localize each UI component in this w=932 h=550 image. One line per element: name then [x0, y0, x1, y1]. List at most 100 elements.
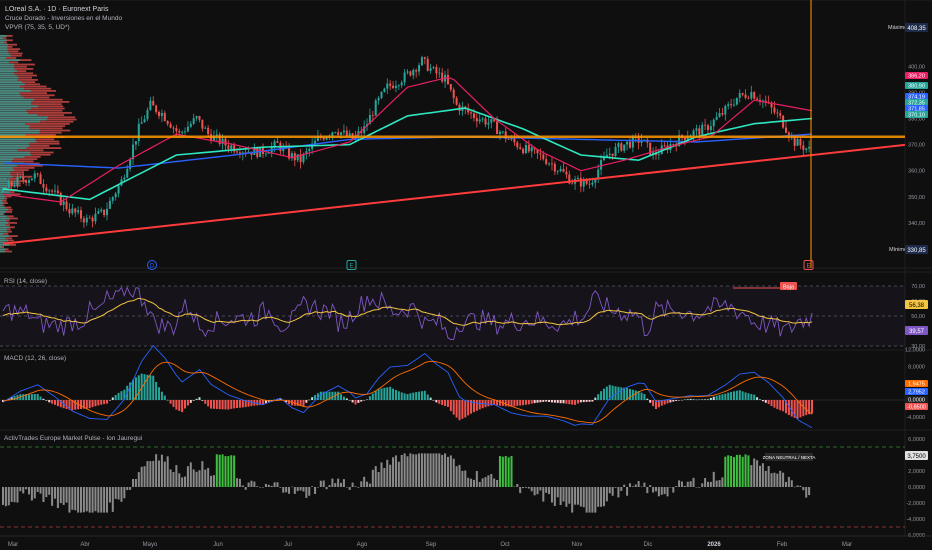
macd-histogram-bar	[542, 400, 545, 402]
candle	[542, 154, 545, 160]
macd-histogram-bar	[600, 391, 603, 400]
macd-histogram-bar	[374, 391, 377, 400]
candle	[103, 209, 106, 216]
price-tick: 370,00	[908, 143, 925, 149]
candle	[111, 197, 114, 201]
volume-bar	[0, 248, 6, 251]
candle	[65, 201, 68, 210]
pulse-bar	[259, 487, 262, 488]
volume-bar	[0, 224, 6, 226]
candle	[649, 142, 652, 156]
candle	[683, 137, 686, 141]
volume-bar	[0, 74, 17, 77]
macd-histogram-bar	[155, 381, 158, 400]
pulse-bar	[802, 487, 805, 491]
macd-histogram-bar	[227, 400, 230, 410]
candle	[85, 217, 88, 223]
macd-histogram-bar	[524, 400, 527, 405]
volume-bar	[0, 83, 25, 86]
candle	[273, 141, 276, 147]
rsi-current-value: 39,57	[909, 329, 925, 335]
macd-histogram-bar	[796, 400, 799, 419]
candle	[25, 180, 28, 183]
candle	[97, 211, 100, 214]
pulse-bar	[1, 487, 5, 505]
macd-histogram-bar	[709, 397, 712, 400]
pulse-bar	[432, 453, 435, 487]
volume-bar	[0, 164, 17, 167]
pulse-bar	[54, 487, 57, 499]
pulse-bar	[392, 457, 395, 487]
pulse-bar	[504, 456, 507, 487]
macd-histogram-bar	[744, 392, 747, 400]
candle	[701, 124, 704, 135]
candle	[724, 105, 727, 115]
pulse-bar	[761, 463, 764, 487]
candle	[496, 121, 499, 134]
pulse-bar	[51, 487, 54, 506]
macd-histogram-bar	[582, 400, 585, 403]
price-tick: 360,00	[908, 169, 925, 175]
macd-badge-value: 1,9475	[908, 382, 925, 388]
macd-histogram-bar	[513, 400, 516, 407]
candle	[808, 146, 811, 149]
pulse-bar	[348, 487, 351, 490]
macd-histogram-bar	[695, 399, 698, 401]
candle	[160, 112, 163, 116]
pulse-bar	[478, 482, 481, 487]
volume-bar	[0, 228, 7, 231]
macd-histogram-bar	[172, 400, 175, 407]
macd-histogram-bar	[761, 400, 764, 402]
volume-bar	[0, 127, 30, 130]
pulse-bar	[233, 455, 236, 487]
macd-histogram-bar	[360, 400, 363, 402]
candle	[553, 164, 556, 172]
volume-bar	[0, 175, 13, 178]
volume-bar	[0, 61, 9, 64]
macd-histogram-bar	[160, 391, 163, 400]
price-badges: 386,20380,90374,19372,35371,85370,10	[905, 72, 928, 119]
candle	[77, 210, 80, 213]
pulse-bar	[305, 487, 308, 498]
macd-histogram-bar	[747, 393, 750, 400]
candle	[158, 112, 161, 116]
macd-histogram-bar	[386, 387, 389, 400]
volume-bar	[0, 197, 5, 200]
chart-canvas[interactable]: LOreal S.A. · 1D · Euronext Paris Cruce …	[0, 0, 932, 550]
pulse-bar	[230, 455, 233, 487]
macd-histogram-bar	[85, 400, 88, 409]
volume-bar	[0, 81, 22, 83]
volume-bar	[0, 235, 10, 237]
candle	[383, 88, 386, 92]
macd-histogram-bar	[790, 400, 793, 417]
trend-line[interactable]	[2, 143, 906, 245]
candle	[773, 107, 776, 113]
pulse-bar	[244, 487, 247, 490]
volume-bar	[0, 204, 3, 207]
volume-bar	[0, 173, 11, 176]
event-marker-1[interactable]: D	[147, 260, 157, 270]
pulse-bar	[522, 487, 525, 489]
macd-histogram-bar	[666, 400, 669, 404]
macd-histogram-bar	[432, 400, 435, 401]
macd-histogram-bar	[212, 400, 215, 409]
volume-bar	[0, 90, 31, 92]
rsi-tick: 70,00	[911, 284, 925, 290]
pulse-bar	[637, 481, 640, 487]
macd-histogram-bar	[111, 397, 114, 400]
volume-bar	[0, 246, 2, 248]
macd-histogram-bar	[383, 387, 386, 400]
pulse-bar	[724, 456, 727, 487]
pulse-bar	[27, 487, 31, 495]
volume-bar	[0, 211, 6, 213]
pulse-bar	[472, 479, 475, 487]
candle	[452, 89, 455, 99]
macd-histogram-bar	[308, 399, 311, 401]
pulse-bar	[143, 466, 146, 487]
candle	[39, 174, 42, 184]
volume-bar	[0, 101, 32, 103]
macd-histogram-bar	[730, 391, 733, 400]
volume-bar	[0, 169, 15, 171]
pulse-bar	[36, 487, 39, 492]
candle	[195, 116, 198, 119]
